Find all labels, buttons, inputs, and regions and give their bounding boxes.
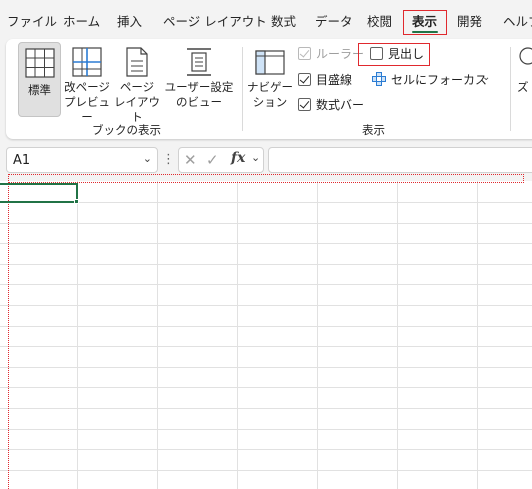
show-group-label: 表示 [362, 123, 385, 137]
tab-developer[interactable]: 開発 [457, 14, 482, 30]
book-views-group-label: ブックの表示 [92, 123, 161, 137]
navigation-label-2: ション [252, 95, 288, 109]
cell-focus-label: セルにフォーカス [391, 73, 488, 87]
enter-check-icon[interactable]: ✓ [206, 151, 219, 169]
cell-focus-icon [372, 72, 386, 86]
active-tab-underline [412, 31, 438, 33]
group-separator [510, 47, 511, 131]
custom-views-icon [187, 48, 211, 76]
formula-bar-buttons: ✕ ✓ fx ⌄ [178, 147, 264, 173]
page-break-preview-label-2: プレビュー [64, 95, 110, 124]
fx-chevron-down-icon[interactable]: ⌄ [251, 151, 260, 164]
page-layout-view-button[interactable]: ページ レイアウト [113, 44, 161, 124]
gridlines-checkbox-box [298, 73, 311, 86]
row-header-highlight [8, 183, 9, 489]
cell-focus-button[interactable]: セルにフォーカス [372, 72, 487, 88]
page-layout-label-1: ページ [119, 80, 155, 94]
ruler-checkbox-box [298, 47, 311, 60]
custom-views-button[interactable]: ユーザー設定 のビュー [163, 44, 235, 116]
gridlines-label: 目盛線 [316, 73, 353, 87]
tab-file[interactable]: ファイル [7, 14, 57, 30]
active-cell-a1[interactable] [0, 183, 78, 203]
page-break-preview-label-1: 改ページ [64, 80, 110, 94]
custom-views-label-2: のビュー [176, 95, 222, 109]
column-header-highlight [8, 174, 524, 183]
formula-bar-splitter-icon[interactable]: ⋮ [162, 152, 175, 167]
gridlines-checkbox[interactable]: 目盛線 [298, 72, 352, 88]
formula-bar-checkbox-box [298, 98, 311, 111]
tab-insert[interactable]: 挿入 [117, 14, 142, 30]
custom-views-label-1: ユーザー設定 [164, 80, 234, 94]
name-box[interactable]: A1 ⌄ [6, 147, 158, 173]
name-box-chevron-down-icon[interactable]: ⌄ [143, 152, 152, 165]
tab-formulas[interactable]: 数式 [271, 14, 296, 30]
ruler-checkbox[interactable]: ルーラー [298, 46, 364, 62]
page-break-preview-button[interactable]: 改ページ プレビュー [63, 44, 111, 124]
normal-view-icon [25, 48, 55, 78]
formula-input[interactable] [268, 147, 532, 173]
navigation-label-1: ナビゲー [247, 80, 293, 94]
tab-review[interactable]: 校閲 [367, 14, 392, 30]
zoom-icon[interactable] [518, 47, 532, 67]
page-layout-label-2: レイアウト [114, 95, 160, 124]
navigation-pane-icon [255, 50, 285, 75]
formula-bar-checkbox[interactable]: 数式バー [298, 97, 364, 113]
ribbon-tab-bar: ファイル ホーム 挿入 ページ レイアウト 数式 データ 校閲 表示 開発 ヘル… [0, 0, 532, 40]
cancel-icon[interactable]: ✕ [184, 151, 197, 169]
ribbon-panel: 標準 改ページ プレビュー ページ レイアウト ユーザー設定 のビュー ブックの… [6, 39, 532, 139]
tab-home[interactable]: ホーム [63, 14, 100, 30]
name-box-value: A1 [13, 153, 31, 168]
zoom-label: ズ [517, 80, 529, 94]
fill-handle[interactable] [74, 199, 79, 204]
tab-data[interactable]: データ [315, 14, 353, 30]
normal-view-button[interactable]: 標準 [18, 42, 61, 117]
headings-highlight-box [358, 43, 430, 66]
normal-view-label: 標準 [28, 83, 51, 97]
formula-bar-label: 数式バー [316, 98, 365, 112]
insert-function-fx-icon[interactable]: fx [231, 150, 245, 166]
gridlines [0, 181, 532, 489]
formula-bar: A1 ⌄ ⋮ ✕ ✓ fx ⌄ [0, 147, 532, 173]
navigation-button[interactable]: ナビゲー ション [246, 44, 294, 116]
ruler-label: ルーラー [316, 47, 365, 61]
group-separator [242, 47, 243, 131]
tab-page-layout[interactable]: ページ レイアウト [163, 14, 267, 30]
tab-help[interactable]: ヘルプ [503, 14, 532, 30]
worksheet-grid[interactable] [0, 181, 532, 489]
cell-focus-dropdown-chevron-icon[interactable]: ⌄ [482, 72, 490, 83]
page-break-preview-icon [72, 47, 102, 77]
page-layout-icon [126, 47, 148, 77]
